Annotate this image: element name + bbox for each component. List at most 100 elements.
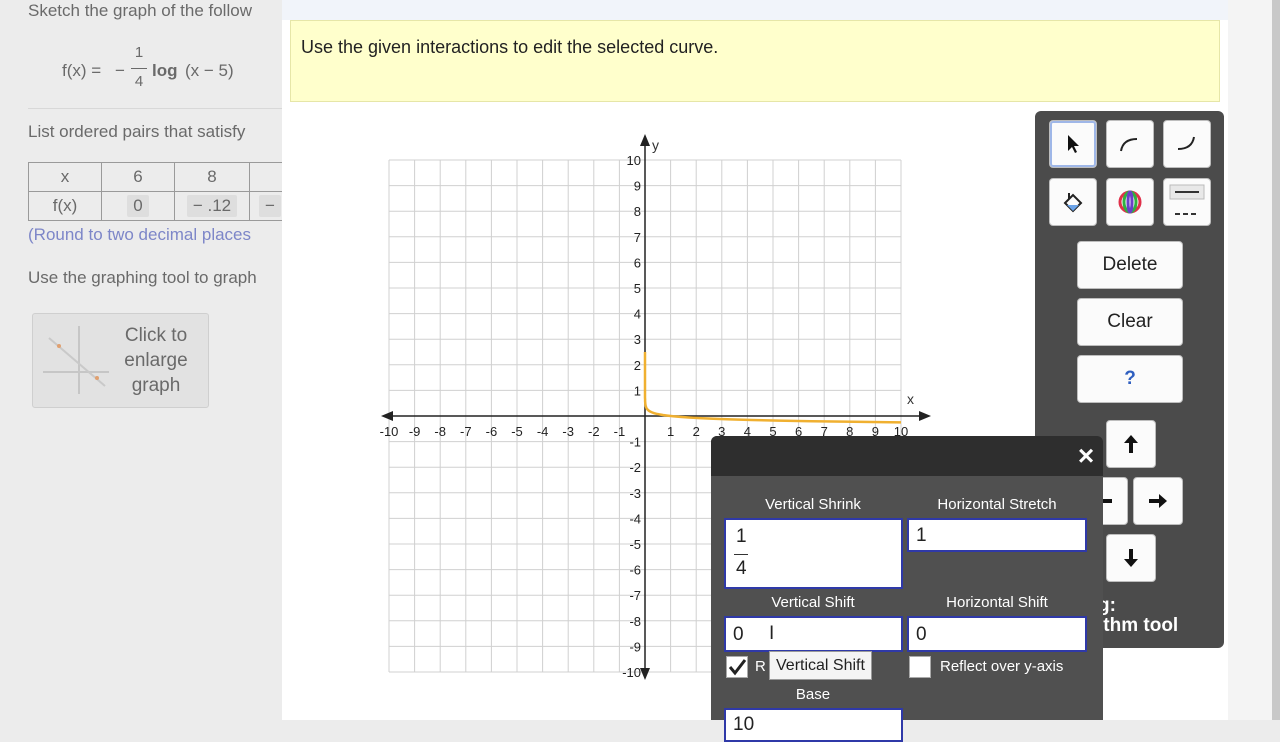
modal-top-strip — [282, 0, 1228, 20]
vertical-shrink-label: Vertical Shrink — [765, 496, 861, 513]
base-input[interactable]: 10 — [724, 708, 903, 742]
instruction-box: Use the given interactions to edit the s… — [290, 20, 1220, 102]
fraction-bar — [734, 554, 748, 555]
horizontal-stretch-value: 1 — [916, 525, 927, 546]
tool-hint-line1: g: — [1098, 595, 1116, 616]
x-tick-label: 1 — [667, 424, 674, 439]
table-cell[interactable]: 0 — [101, 191, 175, 221]
y-tick-label: 10 — [627, 153, 641, 168]
horizontal-shift-label: Horizontal Shift — [946, 594, 1048, 611]
select-pointer-icon — [1068, 135, 1079, 153]
vertical-shrink-input[interactable]: 1 4 — [724, 518, 903, 589]
y-tick-label: 6 — [634, 255, 641, 270]
text-cursor-icon: I — [769, 623, 775, 644]
coef-denominator: 4 — [134, 73, 144, 90]
x-tick-label: -1 — [614, 424, 626, 439]
x-tick-label: -4 — [537, 424, 549, 439]
fill-tool-button[interactable] — [1049, 178, 1097, 226]
mini-graph-icon — [43, 326, 109, 394]
x-tick-label: 2 — [693, 424, 700, 439]
coef-numerator: 1 — [134, 44, 144, 61]
enlarge-graph-button[interactable]: Click to enlarge graph — [32, 313, 209, 408]
y-tick-label: -3 — [629, 486, 641, 501]
select-tool-button[interactable] — [1049, 120, 1097, 168]
answer-value: 0 — [127, 195, 149, 217]
table-row: f(x) 0 − .12 − — [28, 191, 291, 221]
y-tick-label: 1 — [634, 383, 641, 398]
arrow-up-icon — [1124, 435, 1138, 453]
table-cell[interactable]: − .12 — [174, 191, 250, 221]
function-lhs: f(x) = — [62, 61, 102, 80]
close-icon[interactable]: × — [1073, 442, 1099, 470]
y-tick-label: 8 — [634, 204, 641, 219]
y-tick-label: -2 — [629, 460, 641, 475]
x-axis-arrow-icon — [919, 411, 931, 421]
vertical-shift-label: Vertical Shift — [771, 594, 855, 611]
y-tick-label: -4 — [629, 511, 641, 526]
vertical-shrink-numerator: 1 — [736, 526, 747, 547]
enlarge-label-line1: Click to — [124, 325, 188, 346]
table-row: x 6 8 — [28, 162, 291, 192]
dialog-header — [711, 436, 1103, 476]
y-axis-arrow-icon — [640, 668, 650, 680]
y-tick-label: -6 — [629, 563, 641, 578]
curve-down-tool-button[interactable] — [1163, 120, 1211, 168]
fraction-bar — [131, 68, 147, 69]
table-prompt: List ordered pairs that satisfy — [28, 122, 246, 141]
move-down-button[interactable] — [1106, 534, 1156, 582]
y-tick-label: -1 — [629, 435, 641, 450]
curve-down-icon — [1177, 136, 1195, 150]
vertical-shift-input[interactable]: 0 I — [724, 616, 903, 652]
divider — [28, 108, 282, 109]
horizontal-shift-input[interactable]: 0 — [907, 616, 1087, 652]
arrow-down-icon — [1124, 549, 1138, 567]
question-prompt: Sketch the graph of the follow — [28, 1, 252, 20]
tool-hint-line2: ithm tool — [1098, 615, 1179, 636]
base-value: 10 — [733, 714, 755, 735]
enlarge-label-line3: graph — [131, 375, 181, 396]
table-header-x: x — [28, 162, 102, 192]
log-text: log — [152, 61, 178, 80]
tooltip: Vertical Shift — [769, 651, 872, 680]
arrow-right-icon — [1149, 494, 1167, 508]
line-style-tool-button[interactable] — [1163, 178, 1211, 226]
color-wheel-icon — [1118, 190, 1142, 214]
move-right-button[interactable] — [1133, 477, 1183, 525]
reflect-x-checkbox[interactable] — [726, 656, 748, 678]
answer-value: − — [259, 195, 281, 217]
horizontal-stretch-input[interactable]: 1 — [907, 518, 1087, 552]
enlarge-label-line2: enlarge — [124, 350, 188, 371]
reflect-y-checkbox[interactable] — [909, 656, 931, 678]
delete-button[interactable]: Delete — [1077, 241, 1183, 289]
x-axis-label: x — [907, 391, 914, 407]
reflect-x-label: R — [755, 658, 766, 675]
x-tick-label: -5 — [511, 424, 523, 439]
y-tick-label: -9 — [629, 639, 641, 654]
curve-up-icon — [1120, 138, 1138, 152]
scrollbar[interactable] — [1272, 0, 1280, 720]
vertical-shrink-denominator: 4 — [736, 558, 747, 579]
y-tick-label: 3 — [634, 332, 641, 347]
horizontal-stretch-label: Horizontal Stretch — [937, 496, 1057, 513]
color-tool-button[interactable] — [1106, 178, 1154, 226]
curve-up-tool-button[interactable] — [1106, 120, 1154, 168]
answer-value: − .12 — [186, 195, 238, 217]
x-tick-label: -6 — [486, 424, 498, 439]
y-tick-label: 7 — [634, 230, 641, 245]
y-tick-label: 4 — [634, 307, 641, 322]
x-tick-label: -3 — [562, 424, 574, 439]
y-tick-label: -8 — [629, 614, 641, 629]
move-up-button[interactable] — [1106, 420, 1156, 468]
ordered-pairs-table: x 6 8 f(x) 0 − .12 − — [28, 162, 291, 221]
function-sign: − — [115, 61, 125, 80]
y-axis-arrow-icon — [640, 134, 650, 146]
help-button[interactable]: ? — [1077, 355, 1183, 403]
round-note: (Round to two decimal places — [28, 225, 252, 244]
y-tick-label: -10 — [622, 665, 641, 680]
clear-button[interactable]: Clear — [1077, 298, 1183, 346]
line-style-icon — [1169, 184, 1205, 215]
vertical-shift-value: 0 — [733, 624, 744, 645]
tool-hint: g: ithm tool — [1098, 596, 1178, 636]
y-tick-label: -7 — [629, 588, 641, 603]
y-tick-label: 2 — [634, 358, 641, 373]
